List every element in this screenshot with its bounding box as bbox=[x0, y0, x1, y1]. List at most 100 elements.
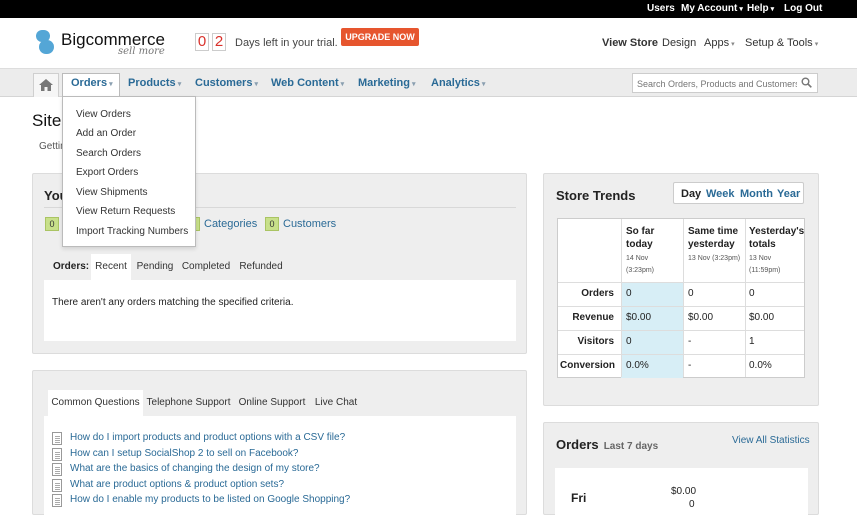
divider bbox=[558, 354, 804, 355]
page-title: Site bbox=[32, 111, 62, 130]
logout-link[interactable]: Log Out bbox=[784, 3, 822, 14]
question-link[interactable]: What are product options & product optio… bbox=[70, 479, 284, 490]
tab-recent[interactable]: Recent bbox=[91, 254, 131, 280]
menu-item-view-return-requests[interactable]: View Return Requests bbox=[76, 206, 175, 217]
customers-count-badge: 0 bbox=[265, 217, 279, 231]
global-search bbox=[632, 73, 818, 93]
day-amount: $0.00 bbox=[671, 486, 697, 497]
search-icon[interactable] bbox=[801, 77, 812, 88]
setup-tools-menu[interactable]: Setup & Tools ▾ bbox=[745, 37, 818, 49]
orders-filter-label: Orders: bbox=[53, 261, 90, 272]
users-link[interactable]: Users bbox=[647, 3, 675, 14]
column-header: Same time yesterday bbox=[688, 225, 738, 251]
period-toggle: Day Week Month Year bbox=[673, 182, 804, 204]
cell-value: 0 bbox=[749, 288, 755, 299]
nav-marketing[interactable]: Marketing ▾ bbox=[358, 77, 415, 89]
question-link[interactable]: How do I enable my products to be listed… bbox=[70, 494, 350, 505]
column-date: 14 Nov (3:23pm) bbox=[626, 253, 654, 277]
tab-common-questions[interactable]: Common Questions bbox=[48, 390, 143, 416]
chevron-down-icon: ▾ bbox=[814, 41, 819, 48]
column-title: totals bbox=[749, 239, 776, 250]
orders-stats-panel: Orders Last 7 days View All Statistics F… bbox=[543, 422, 819, 516]
menu-item-export-orders[interactable]: Export Orders bbox=[76, 167, 138, 178]
view-all-statistics-link[interactable]: View All Statistics bbox=[732, 435, 810, 446]
period-day[interactable]: Day bbox=[681, 188, 701, 200]
menu-item-import-tracking-numbers[interactable]: Import Tracking Numbers bbox=[76, 226, 188, 237]
cell-value: - bbox=[688, 360, 692, 371]
chevron-down-icon: ▾ bbox=[254, 81, 258, 88]
question-link[interactable]: How can I setup SocialShop 2 to sell on … bbox=[70, 448, 298, 459]
column-title: Yesterday's bbox=[749, 226, 805, 237]
period-week[interactable]: Week bbox=[706, 188, 735, 200]
upgrade-now-button[interactable]: UPGRADE NOW bbox=[341, 28, 419, 46]
cell-value: $0.00 bbox=[626, 312, 652, 323]
column-date: 13 Nov (3:23pm) bbox=[688, 253, 740, 265]
setup-tools-label: Setup & Tools bbox=[745, 37, 813, 49]
tab-pending[interactable]: Pending bbox=[133, 254, 177, 280]
period-month[interactable]: Month bbox=[740, 188, 773, 200]
store-trends-table: So far today 14 Nov (3:23pm) Same time y… bbox=[557, 218, 805, 378]
column-date: 13 Nov (11:59pm) bbox=[749, 253, 780, 277]
home-button[interactable] bbox=[33, 73, 59, 97]
row-label: Conversion bbox=[560, 360, 616, 371]
nav-products[interactable]: Products ▾ bbox=[128, 77, 181, 89]
menu-item-add-order[interactable]: Add an Order bbox=[76, 128, 136, 139]
trial-days-text: Days left in your trial. bbox=[235, 37, 338, 49]
orders-stats-area: Fri $0.00 0 bbox=[555, 468, 808, 516]
nav-products-label: Products bbox=[128, 77, 176, 89]
tab-online-support[interactable]: Online Support bbox=[235, 390, 309, 416]
logo-tagline: sell more bbox=[118, 46, 165, 57]
column-date-line: 13 Nov bbox=[749, 255, 772, 262]
tab-refunded[interactable]: Refunded bbox=[236, 254, 286, 280]
nav-orders[interactable]: Orders ▾ bbox=[71, 77, 113, 89]
period-year[interactable]: Year bbox=[777, 188, 800, 200]
chevron-down-icon: ▾ bbox=[770, 6, 775, 13]
column-title: So far bbox=[626, 226, 655, 237]
tab-live-chat[interactable]: Live Chat bbox=[312, 390, 360, 416]
chevron-down-icon: ▾ bbox=[481, 81, 486, 88]
menu-item-search-orders[interactable]: Search Orders bbox=[76, 148, 141, 159]
orders-stats-subtitle: Last 7 days bbox=[603, 441, 659, 452]
help-label: Help bbox=[747, 3, 769, 14]
menu-item-view-orders[interactable]: View Orders bbox=[76, 109, 131, 120]
row-label: Revenue bbox=[572, 312, 614, 323]
question-link[interactable]: What are the basics of changing the desi… bbox=[70, 463, 320, 474]
column-title: Same time bbox=[688, 226, 739, 237]
my-account-menu[interactable]: My Account ▾ bbox=[681, 3, 743, 14]
column-date-line: (3:23pm) bbox=[626, 267, 655, 274]
view-store-link[interactable]: View Store bbox=[602, 37, 658, 49]
customers-link[interactable]: Customers bbox=[283, 218, 336, 230]
nav-customers[interactable]: Customers ▾ bbox=[195, 77, 258, 89]
search-input[interactable] bbox=[637, 77, 797, 90]
apps-menu[interactable]: Apps ▾ bbox=[704, 37, 735, 49]
column-title: today bbox=[626, 239, 653, 250]
nav-customers-label: Customers bbox=[195, 77, 253, 89]
help-menu[interactable]: Help ▾ bbox=[747, 3, 774, 14]
menu-item-view-shipments[interactable]: View Shipments bbox=[76, 187, 148, 198]
categories-link[interactable]: Categories bbox=[204, 218, 257, 230]
tab-telephone-support[interactable]: Telephone Support bbox=[145, 390, 232, 416]
nav-web-content[interactable]: Web Content ▾ bbox=[271, 77, 344, 89]
chevron-down-icon: ▾ bbox=[739, 6, 743, 13]
design-link[interactable]: Design bbox=[662, 37, 696, 49]
nav-marketing-label: Marketing bbox=[358, 77, 410, 89]
cell-value: 0.0% bbox=[749, 360, 772, 371]
cell-value: 0.0% bbox=[626, 360, 649, 371]
row-label: Visitors bbox=[577, 336, 615, 347]
empty-orders-message: There aren't any orders matching the spe… bbox=[52, 297, 294, 308]
nav-web-content-label: Web Content bbox=[271, 77, 339, 89]
nav-analytics[interactable]: Analytics ▾ bbox=[431, 77, 485, 89]
chevron-down-icon: ▾ bbox=[731, 41, 735, 48]
nav-analytics-label: Analytics bbox=[431, 77, 480, 89]
orders-list-area: There aren't any orders matching the spe… bbox=[44, 280, 516, 341]
cell-value: $0.00 bbox=[688, 312, 714, 323]
column-header: Yesterday's totals bbox=[749, 225, 804, 251]
main-nav: Orders ▾ Products ▾ Customers ▾ Web Content… bbox=[0, 68, 857, 99]
chevron-down-icon: ▾ bbox=[340, 81, 345, 88]
home-icon bbox=[39, 79, 53, 91]
day-order-count: 0 bbox=[689, 499, 695, 510]
trial-days-digit: 2 bbox=[212, 33, 226, 51]
question-link[interactable]: How do I import products and product opt… bbox=[70, 432, 345, 443]
row-label: Orders bbox=[581, 288, 614, 299]
tab-completed[interactable]: Completed bbox=[179, 254, 233, 280]
